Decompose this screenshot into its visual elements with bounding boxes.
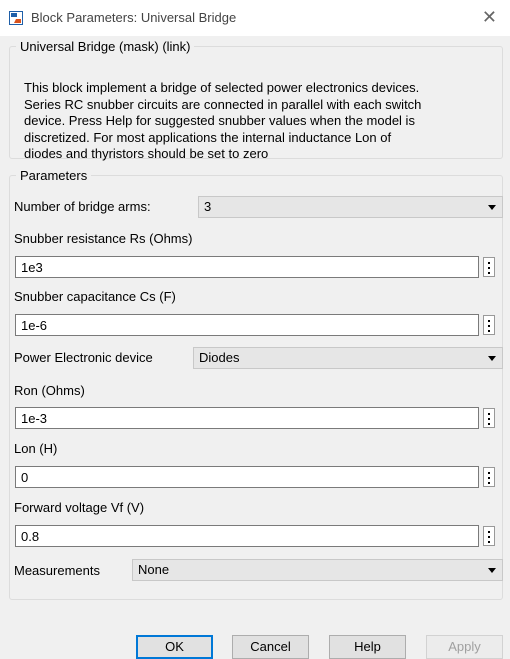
device-dropdown[interactable]: Diodes [193,347,503,369]
close-icon[interactable]: ✕ [482,6,497,28]
chevron-down-icon [488,568,496,573]
bridge-arms-label: Number of bridge arms: [14,199,151,214]
cs-more-options-icon[interactable] [483,315,495,335]
simulink-block-icon [9,11,23,25]
window-title: Block Parameters: Universal Bridge [31,10,237,25]
vf-more-options-icon[interactable] [483,526,495,546]
vf-label: Forward voltage Vf (V) [14,500,145,515]
lon-input[interactable] [15,466,479,488]
mask-legend: Universal Bridge (mask) (link) [20,39,191,54]
cs-input[interactable] [15,314,479,336]
chevron-down-icon [488,356,496,361]
measurements-dropdown[interactable]: None [132,559,503,581]
device-label: Power Electronic device [14,350,153,365]
description-line: This block implement a bridge of selecte… [24,80,420,95]
apply-button[interactable]: Apply [426,635,503,659]
help-button[interactable]: Help [329,635,406,659]
cancel-button[interactable]: Cancel [232,635,309,659]
parameters-legend: Parameters [20,168,88,183]
vf-input[interactable] [15,525,479,547]
bridge-arms-value: 3 [204,199,212,214]
description-line: diodes and thyristors should be set to z… [24,146,269,162]
lon-label: Lon (H) [14,441,58,456]
ok-button[interactable]: OK [136,635,213,659]
measurements-value: None [138,562,170,577]
ron-more-options-icon[interactable] [483,408,495,428]
rs-more-options-icon[interactable] [483,257,495,277]
title-bar: Block Parameters: Universal Bridge ✕ [0,0,510,36]
mask-description-group: Universal Bridge (mask) (link) This bloc… [9,39,503,161]
description-line: device. Press Help for suggested snubber… [24,113,415,129]
cs-label: Snubber capacitance Cs (F) [14,289,176,304]
rs-input[interactable] [15,256,479,278]
description-line: discretized. For most applications the i… [24,129,392,145]
lon-more-options-icon[interactable] [483,467,495,487]
device-value: Diodes [199,350,240,365]
mask-description: This block implement a bridge of selecte… [24,80,504,163]
rs-label: Snubber resistance Rs (Ohms) [14,231,193,246]
bridge-arms-dropdown[interactable]: 3 [198,196,503,218]
description-line: Series RC snubber circuits are connected… [24,96,422,112]
ron-label: Ron (Ohms) [14,383,85,398]
chevron-down-icon [488,205,496,210]
ron-input[interactable] [15,407,479,429]
measurements-label: Measurements [14,563,100,578]
